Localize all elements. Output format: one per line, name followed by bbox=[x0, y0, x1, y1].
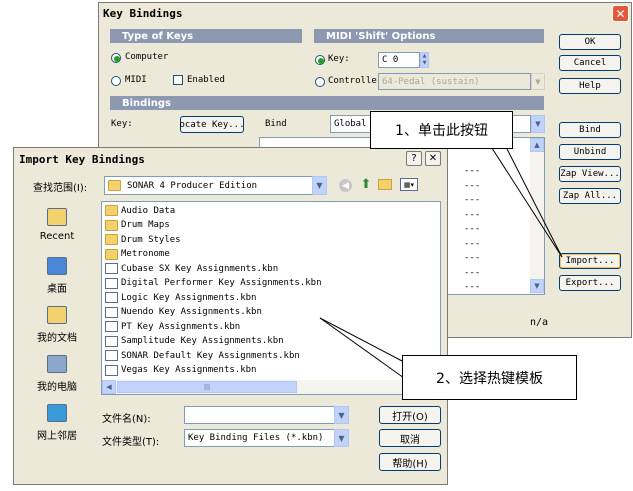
callout2-arrow-a bbox=[319, 317, 405, 363]
callout-step1: 1、单击此按钮 bbox=[370, 111, 513, 149]
callout1-arrow-a bbox=[489, 144, 563, 258]
callout1-arrow-b bbox=[504, 144, 563, 258]
callout-arrows bbox=[319, 144, 563, 379]
callout-step2: 2、选择热键模板 bbox=[402, 355, 577, 400]
callout2-arrow-b bbox=[319, 317, 405, 379]
